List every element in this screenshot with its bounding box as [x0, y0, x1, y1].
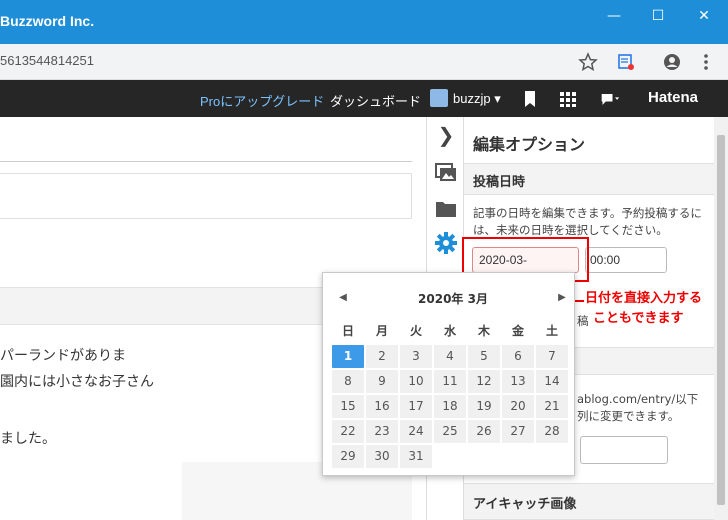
day-cell[interactable]: 12 [467, 369, 501, 394]
pro-upgrade-link[interactable]: Proにアップグレード [200, 91, 324, 110]
day-cell[interactable]: 8 [331, 369, 365, 394]
dashboard-link[interactable]: ダッシュボード [330, 91, 421, 110]
day-cell[interactable]: 11 [433, 369, 467, 394]
date-section-title: 投稿日時 [473, 175, 526, 190]
datepicker-title: 2020年 3月 [418, 292, 488, 306]
weekday-header: 水 [443, 324, 456, 338]
window-titlebar: Buzzword Inc. — ☐ ✕ [0, 0, 728, 44]
bookmark-icon[interactable] [520, 89, 540, 109]
panel-scrollbar[interactable] [714, 117, 728, 520]
url-description-line: 列に変更できます。 [577, 409, 680, 423]
account-icon[interactable] [662, 52, 682, 72]
extension-icon[interactable] [616, 52, 636, 72]
notification-icon[interactable] [600, 89, 620, 109]
prev-month-button[interactable]: ◀ [335, 290, 351, 306]
editor-text-line: 園内には小さなお子さん [0, 374, 154, 390]
day-cell[interactable]: 15 [331, 394, 365, 419]
address-bar: 5613544814251 [0, 44, 728, 80]
next-month-button[interactable]: ▶ [554, 290, 570, 306]
date-section-header[interactable]: 投稿日時 [464, 163, 714, 195]
day-cell[interactable]: 25 [433, 419, 467, 444]
day-cell[interactable]: 24 [399, 419, 433, 444]
slug-input[interactable] [580, 436, 668, 464]
panel-title: 編集オプション [473, 135, 586, 154]
day-cell[interactable]: 19 [467, 394, 501, 419]
day-cell[interactable]: 18 [433, 394, 467, 419]
day-cell[interactable]: 16 [365, 394, 399, 419]
day-cell[interactable]: 10 [399, 369, 433, 394]
weekday-header: 月 [375, 324, 388, 338]
day-cell[interactable]: 28 [535, 419, 569, 444]
day-cell[interactable]: 4 [433, 344, 467, 369]
url-text[interactable]: 5613544814251 [0, 53, 94, 68]
annotation-line: こともできます [593, 311, 684, 326]
day-cell[interactable]: 14 [535, 369, 569, 394]
close-button[interactable]: ✕ [690, 6, 718, 26]
empty-day-cell [433, 444, 467, 469]
avatar[interactable] [430, 89, 448, 107]
day-cell[interactable]: 26 [467, 419, 501, 444]
eyecatch-section-header[interactable]: アイキャッチ画像 [464, 483, 714, 520]
day-cell[interactable]: 27 [501, 419, 535, 444]
empty-day-cell [501, 444, 535, 469]
datepicker-grid: 日月火水木金土 1 2 3 4 5 6 7 8 9 10 11 12 13 14 15 16 17 18 19 20 21… [331, 319, 569, 469]
day-cell[interactable]: 5 [467, 344, 501, 369]
star-icon[interactable] [578, 52, 598, 72]
day-cell[interactable]: 6 [501, 344, 535, 369]
day-cell[interactable]: 9 [365, 369, 399, 394]
eyecatch-section-title: アイキャッチ画像 [473, 497, 577, 512]
hatena-topbar: Proにアップグレード ダッシュボード buzzjp ▾ Hatena [0, 80, 728, 117]
weekday-header: 金 [511, 324, 524, 338]
day-cell[interactable]: 30 [365, 444, 399, 469]
selected-day-cell[interactable]: 1 [331, 344, 365, 369]
time-input[interactable] [585, 247, 667, 273]
day-cell[interactable]: 2 [365, 344, 399, 369]
day-cell[interactable]: 20 [501, 394, 535, 419]
url-description-line: ablog.com/entry/以下 [577, 392, 699, 406]
weekday-header: 土 [545, 324, 558, 338]
empty-day-cell [535, 444, 569, 469]
annotation-line: 日付を直接入力する [585, 291, 703, 306]
day-cell[interactable]: 22 [331, 419, 365, 444]
day-cell[interactable]: 21 [535, 394, 569, 419]
weekday-header: 火 [409, 324, 422, 338]
day-cell[interactable]: 3 [399, 344, 433, 369]
day-cell[interactable]: 23 [365, 419, 399, 444]
minimize-button[interactable]: — [600, 6, 628, 26]
day-cell[interactable]: 13 [501, 369, 535, 394]
image-icon[interactable] [434, 161, 458, 185]
user-menu[interactable]: buzzjp ▾ [453, 91, 501, 107]
grid-icon[interactable] [558, 89, 578, 109]
empty-day-cell [467, 444, 501, 469]
editor-input-box[interactable] [0, 173, 412, 219]
datepicker-popup: ◀ 2020年 3月 ▶ 日月火水木金土 1 2 3 4 5 6 7 8 9 10 11 12 13 14 1… [322, 272, 575, 476]
editor-text-line: ました。 [0, 431, 56, 447]
day-cell[interactable]: 17 [399, 394, 433, 419]
annotation-text: 日付を直接入力する こともできます [585, 289, 702, 329]
weekday-header: 木 [477, 324, 490, 338]
date-description: 記事の日時を編集できます。予約投稿するには、未来の日時を選択してください。 [473, 206, 702, 237]
scrollbar-thumb[interactable] [717, 135, 725, 505]
maximize-button[interactable]: ☐ [644, 6, 672, 26]
day-cell[interactable]: 7 [535, 344, 569, 369]
menu-kebab-icon[interactable] [696, 52, 716, 72]
folder-icon[interactable] [434, 197, 458, 221]
hatena-logo[interactable]: Hatena [648, 89, 698, 106]
day-cell[interactable]: 31 [399, 444, 433, 469]
gear-icon[interactable] [434, 231, 458, 255]
day-cell[interactable]: 29 [331, 444, 365, 469]
weekday-header: 日 [341, 324, 354, 338]
title-underline [0, 161, 412, 162]
window-title: Buzzword Inc. [0, 13, 95, 29]
chevron-right-icon[interactable]: ❯ [434, 123, 458, 147]
editor-text-line: パーランドがありま [0, 348, 126, 364]
